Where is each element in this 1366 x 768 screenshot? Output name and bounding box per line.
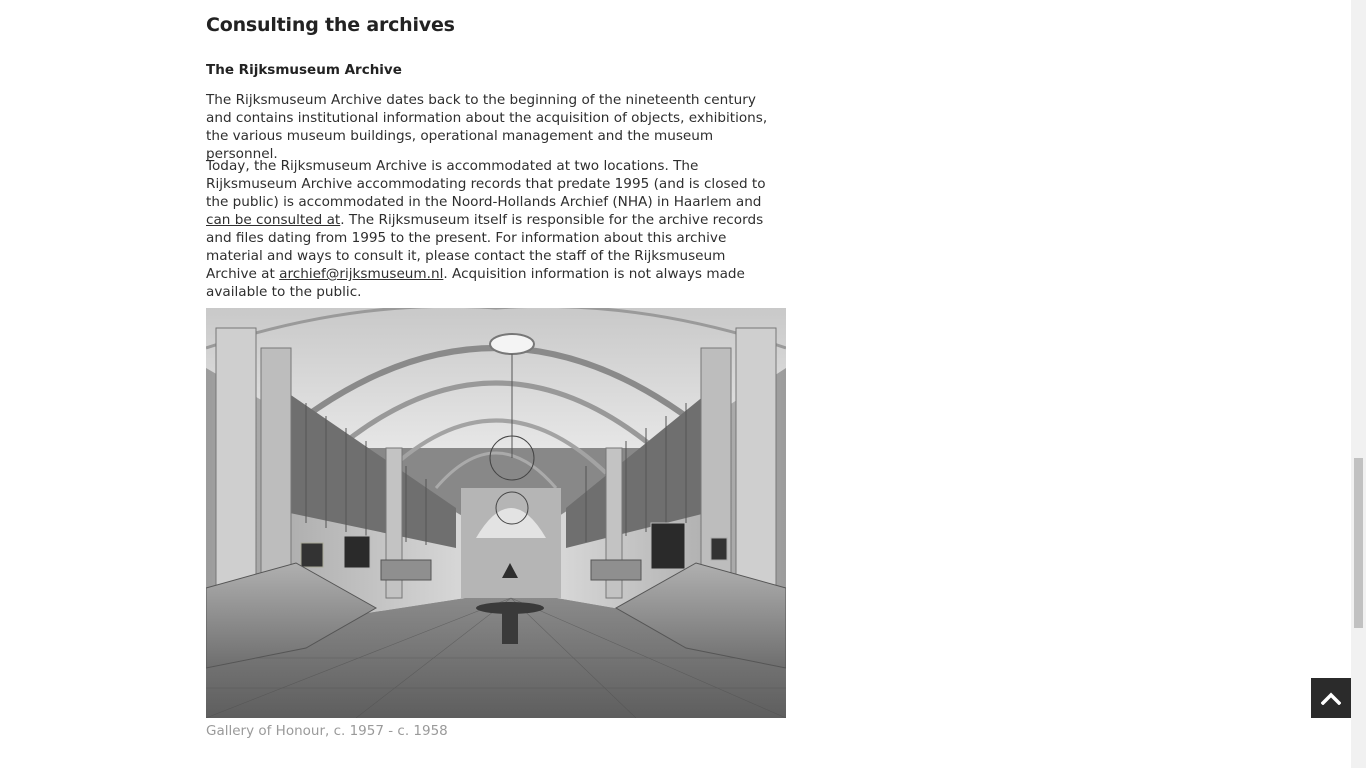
page: Consulting the archives The Rijksmuseum … [0,0,1366,768]
vertical-scrollbar[interactable] [1351,0,1366,768]
archive-locations-paragraph: Today, the Rijksmuseum Archive is accomm… [206,157,772,301]
scrollbar-thumb[interactable] [1354,458,1363,628]
archive-description: The Rijksmuseum Archive dates back to th… [206,92,768,162]
archive-subtitle: The Rijksmuseum Archive [206,62,402,78]
gallery-of-honour-photo [206,308,786,718]
photo-caption: Gallery of Honour, c. 1957 - c. 1958 [206,723,448,739]
chevron-up-icon [1321,692,1341,705]
back-to-top-button[interactable] [1311,678,1351,718]
consulted-at-link[interactable]: can be consulted at [206,212,340,228]
archive-email-link[interactable]: archief@rijksmuseum.nl [279,266,443,282]
section-title: Consulting the archives [206,14,455,36]
paragraph-text: Today, the Rijksmuseum Archive is accomm… [206,158,766,210]
